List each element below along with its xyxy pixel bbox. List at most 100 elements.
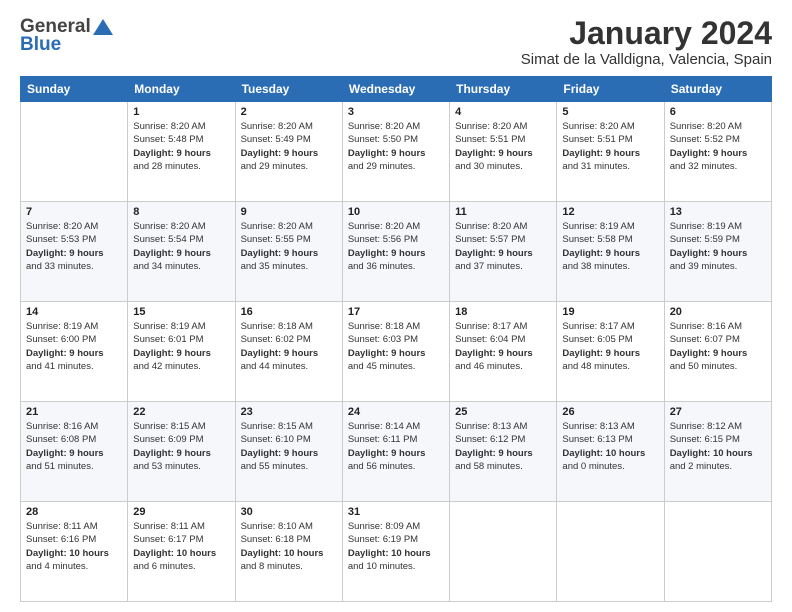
day-info: Sunrise: 8:18 AMSunset: 6:03 PMDaylight:… (348, 320, 444, 373)
calendar-cell: 15 Sunrise: 8:19 AMSunset: 6:01 PMDayligh… (128, 302, 235, 402)
day-number: 10 (348, 206, 444, 218)
calendar-cell (450, 502, 557, 602)
day-number: 14 (26, 306, 122, 318)
day-number: 15 (133, 306, 229, 318)
col-friday: Friday (557, 77, 664, 102)
day-number: 13 (670, 206, 766, 218)
day-info: Sunrise: 8:15 AMSunset: 6:10 PMDaylight:… (241, 420, 337, 473)
calendar-cell: 26 Sunrise: 8:13 AMSunset: 6:13 PMDayligh… (557, 402, 664, 502)
day-number: 24 (348, 406, 444, 418)
day-info: Sunrise: 8:16 AMSunset: 6:08 PMDaylight:… (26, 420, 122, 473)
day-number: 7 (26, 206, 122, 218)
day-number: 8 (133, 206, 229, 218)
day-info: Sunrise: 8:11 AMSunset: 6:16 PMDaylight:… (26, 520, 122, 573)
day-info: Sunrise: 8:20 AMSunset: 5:51 PMDaylight:… (455, 120, 551, 173)
col-sunday: Sunday (21, 77, 128, 102)
day-info: Sunrise: 8:13 AMSunset: 6:13 PMDaylight:… (562, 420, 658, 473)
day-number: 11 (455, 206, 551, 218)
day-number: 25 (455, 406, 551, 418)
calendar-cell: 29 Sunrise: 8:11 AMSunset: 6:17 PMDayligh… (128, 502, 235, 602)
calendar-cell: 1 Sunrise: 8:20 AMSunset: 5:48 PMDaylight… (128, 102, 235, 202)
day-number: 17 (348, 306, 444, 318)
day-info: Sunrise: 8:19 AMSunset: 6:00 PMDaylight:… (26, 320, 122, 373)
day-number: 23 (241, 406, 337, 418)
day-info: Sunrise: 8:20 AMSunset: 5:52 PMDaylight:… (670, 120, 766, 173)
calendar-cell: 17 Sunrise: 8:18 AMSunset: 6:03 PMDayligh… (342, 302, 449, 402)
day-number: 29 (133, 506, 229, 518)
day-info: Sunrise: 8:20 AMSunset: 5:51 PMDaylight:… (562, 120, 658, 173)
calendar-cell: 14 Sunrise: 8:19 AMSunset: 6:00 PMDayligh… (21, 302, 128, 402)
day-number: 5 (562, 106, 658, 118)
calendar-cell: 5 Sunrise: 8:20 AMSunset: 5:51 PMDaylight… (557, 102, 664, 202)
calendar-cell: 4 Sunrise: 8:20 AMSunset: 5:51 PMDaylight… (450, 102, 557, 202)
day-number: 2 (241, 106, 337, 118)
day-number: 12 (562, 206, 658, 218)
calendar-cell: 24Sunrise: 8:14 AMSunset: 6:11 PMDayligh… (342, 402, 449, 502)
day-info: Sunrise: 8:19 AMSunset: 5:58 PMDaylight:… (562, 220, 658, 273)
calendar-cell: 2 Sunrise: 8:20 AMSunset: 5:49 PMDaylight… (235, 102, 342, 202)
day-number: 27 (670, 406, 766, 418)
day-number: 4 (455, 106, 551, 118)
week-row-3: 14 Sunrise: 8:19 AMSunset: 6:00 PMDayligh… (21, 302, 772, 402)
day-info: Sunrise: 8:20 AMSunset: 5:48 PMDaylight:… (133, 120, 229, 173)
week-row-1: 1 Sunrise: 8:20 AMSunset: 5:48 PMDaylight… (21, 102, 772, 202)
day-number: 1 (133, 106, 229, 118)
week-row-5: 28Sunrise: 8:11 AMSunset: 6:16 PMDayligh… (21, 502, 772, 602)
day-info: Sunrise: 8:20 AMSunset: 5:57 PMDaylight:… (455, 220, 551, 273)
page: General Blue January 2024 Simat de la Va… (0, 0, 792, 612)
day-number: 21 (26, 406, 122, 418)
calendar-cell: 6Sunrise: 8:20 AMSunset: 5:52 PMDaylight… (664, 102, 771, 202)
col-saturday: Saturday (664, 77, 771, 102)
day-number: 18 (455, 306, 551, 318)
day-info: Sunrise: 8:10 AMSunset: 6:18 PMDaylight:… (241, 520, 337, 573)
calendar-cell: 12 Sunrise: 8:19 AMSunset: 5:58 PMDayligh… (557, 202, 664, 302)
day-number: 30 (241, 506, 337, 518)
logo-icon (93, 19, 113, 35)
calendar-cell: 30 Sunrise: 8:10 AMSunset: 6:18 PMDayligh… (235, 502, 342, 602)
logo-blue: Blue (20, 34, 61, 56)
day-info: Sunrise: 8:19 AMSunset: 6:01 PMDaylight:… (133, 320, 229, 373)
col-tuesday: Tuesday (235, 77, 342, 102)
week-row-2: 7 Sunrise: 8:20 AMSunset: 5:53 PMDaylight… (21, 202, 772, 302)
calendar-cell: 25Sunrise: 8:13 AMSunset: 6:12 PMDayligh… (450, 402, 557, 502)
day-number: 26 (562, 406, 658, 418)
day-info: Sunrise: 8:09 AMSunset: 6:19 PMDaylight:… (348, 520, 444, 573)
calendar-cell: 28Sunrise: 8:11 AMSunset: 6:16 PMDayligh… (21, 502, 128, 602)
day-info: Sunrise: 8:20 AMSunset: 5:54 PMDaylight:… (133, 220, 229, 273)
calendar-cell: 20 Sunrise: 8:16 AMSunset: 6:07 PMDayligh… (664, 302, 771, 402)
day-info: Sunrise: 8:20 AMSunset: 5:55 PMDaylight:… (241, 220, 337, 273)
day-number: 31 (348, 506, 444, 518)
calendar-cell (664, 502, 771, 602)
day-number: 9 (241, 206, 337, 218)
logo: General Blue (20, 16, 113, 56)
calendar-cell (557, 502, 664, 602)
calendar-cell: 21 Sunrise: 8:16 AMSunset: 6:08 PMDayligh… (21, 402, 128, 502)
day-info: Sunrise: 8:20 AMSunset: 5:56 PMDaylight:… (348, 220, 444, 273)
day-number: 19 (562, 306, 658, 318)
col-thursday: Thursday (450, 77, 557, 102)
day-number: 20 (670, 306, 766, 318)
day-info: Sunrise: 8:17 AMSunset: 6:04 PMDaylight:… (455, 320, 551, 373)
title-block: January 2024 Simat de la Valldigna, Vale… (521, 16, 772, 68)
calendar-cell (21, 102, 128, 202)
day-info: Sunrise: 8:15 AMSunset: 6:09 PMDaylight:… (133, 420, 229, 473)
calendar-cell: 27 Sunrise: 8:12 AMSunset: 6:15 PMDayligh… (664, 402, 771, 502)
day-info: Sunrise: 8:19 AMSunset: 5:59 PMDaylight:… (670, 220, 766, 273)
day-info: Sunrise: 8:20 AMSunset: 5:49 PMDaylight:… (241, 120, 337, 173)
calendar-cell: 9 Sunrise: 8:20 AMSunset: 5:55 PMDaylight… (235, 202, 342, 302)
calendar-cell: 10 Sunrise: 8:20 AMSunset: 5:56 PMDayligh… (342, 202, 449, 302)
calendar-cell: 13 Sunrise: 8:19 AMSunset: 5:59 PMDayligh… (664, 202, 771, 302)
day-info: Sunrise: 8:20 AMSunset: 5:53 PMDaylight:… (26, 220, 122, 273)
calendar-cell: 31 Sunrise: 8:09 AMSunset: 6:19 PMDayligh… (342, 502, 449, 602)
day-info: Sunrise: 8:11 AMSunset: 6:17 PMDaylight:… (133, 520, 229, 573)
calendar-cell: 23 Sunrise: 8:15 AMSunset: 6:10 PMDayligh… (235, 402, 342, 502)
calendar-cell: 18 Sunrise: 8:17 AMSunset: 6:04 PMDayligh… (450, 302, 557, 402)
calendar-cell: 16Sunrise: 8:18 AMSunset: 6:02 PMDayligh… (235, 302, 342, 402)
calendar-table: Sunday Monday Tuesday Wednesday Thursday… (20, 76, 772, 602)
day-info: Sunrise: 8:18 AMSunset: 6:02 PMDaylight:… (241, 320, 337, 373)
day-info: Sunrise: 8:12 AMSunset: 6:15 PMDaylight:… (670, 420, 766, 473)
calendar-cell: 19 Sunrise: 8:17 AMSunset: 6:05 PMDayligh… (557, 302, 664, 402)
day-info: Sunrise: 8:17 AMSunset: 6:05 PMDaylight:… (562, 320, 658, 373)
calendar-cell: 22Sunrise: 8:15 AMSunset: 6:09 PMDayligh… (128, 402, 235, 502)
day-info: Sunrise: 8:16 AMSunset: 6:07 PMDaylight:… (670, 320, 766, 373)
